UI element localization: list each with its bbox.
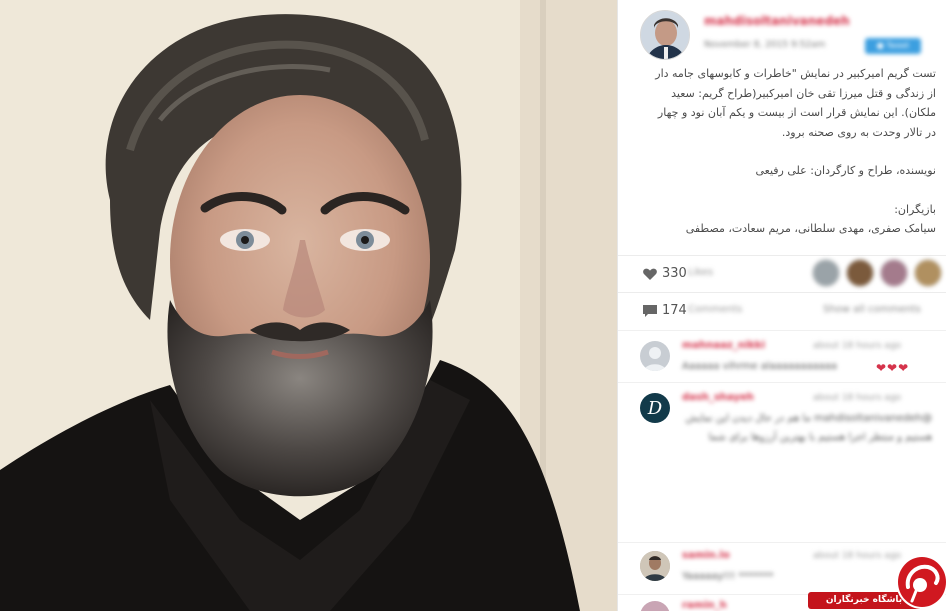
caption-line: تست گریم امیرکبیر در نمایش "خاطرات و کاب…	[655, 67, 936, 80]
avatar-image	[641, 11, 689, 59]
watermark-emblem-icon	[896, 555, 946, 609]
author-avatar[interactable]	[640, 10, 690, 60]
heart-icon[interactable]	[642, 266, 658, 282]
commenter-avatar[interactable]: D	[640, 393, 670, 423]
comment-time: about 18 hours ago	[813, 341, 902, 351]
portrait-image	[0, 0, 617, 611]
tweet-button[interactable]: ● Tweet	[865, 38, 921, 54]
post-details-panel: mahdisoltanivanedeh November 8, 2015 9:5…	[617, 0, 946, 611]
commenter-username[interactable]: mahnaaz_nikki	[682, 340, 765, 351]
microphone-swirl-icon	[905, 564, 940, 603]
author-username[interactable]: mahdisoltanivanedeh	[704, 14, 850, 28]
commenter-username[interactable]: samin.lo	[682, 550, 730, 561]
caption-line: از زندگی و قتل میرزا تقی خان امیرکبیر(طر…	[671, 86, 936, 100]
default-user-icon	[644, 347, 666, 371]
commenter-username[interactable]: ramin_h	[682, 600, 727, 611]
post-header: mahdisoltanivanedeh November 8, 2015 9:5…	[618, 0, 946, 62]
commenter-avatar[interactable]	[640, 601, 670, 611]
liker-avatar[interactable]	[812, 259, 840, 287]
comment-time: about 18 hours ago	[813, 393, 902, 403]
script-d-logo-icon: D	[647, 398, 663, 419]
tweet-label: Tweet	[886, 41, 910, 50]
commenter-photo	[640, 551, 670, 581]
likes-row: 330 Likes	[618, 255, 946, 291]
comment-icon[interactable]	[642, 303, 658, 319]
comments-label: Comments	[688, 304, 743, 315]
caption-credit: نویسنده، طراح و کارگردان: علی رفیعی	[755, 164, 937, 177]
svg-text:D: D	[647, 398, 663, 419]
post-photo[interactable]	[0, 0, 617, 611]
comments-count: 174	[662, 303, 687, 318]
comment-item: mahnaaz_nikki about 18 hours ago Aaaaaa …	[618, 330, 946, 382]
comment-item: D dash_shayeh about 18 hours ago @mahdis…	[618, 382, 946, 542]
post-caption: تست گریم امیرکبیر در نمایش "خاطرات و کاب…	[638, 64, 936, 246]
liker-avatar[interactable]	[880, 259, 908, 287]
commenter-username[interactable]: dash_shayeh	[682, 392, 754, 403]
caption-cast-title: بازیگران:	[894, 202, 936, 216]
show-all-comments-link[interactable]: Show all comments	[823, 304, 921, 315]
caption-line: ملکان). این نمایش قرار است از بیست و یکم…	[657, 106, 936, 119]
commenter-avatar[interactable]	[640, 341, 670, 371]
hearts-emoji-icon: ❤❤❤	[876, 361, 910, 375]
commenter-avatar[interactable]	[640, 551, 670, 581]
watermark-logo: باشگاه خبرنگاران	[808, 553, 946, 611]
comment-text: @mahdisoltanivanedeh ما هم در حال دیدن ا…	[685, 413, 933, 443]
likes-label: Likes	[688, 267, 714, 278]
caption-cast: سیامک صفری، مهدی سلطانی، مریم سعادت، مصط…	[685, 222, 936, 235]
liker-avatar[interactable]	[914, 259, 942, 287]
twitter-icon: ●	[876, 41, 887, 50]
post-date: November 8, 2015 9:52am	[704, 40, 826, 50]
likes-count: 330	[662, 266, 687, 281]
liker-avatar[interactable]	[846, 259, 874, 287]
comments-row: 174 Comments Show all comments	[618, 292, 946, 328]
caption-line: در تالار وحدت به روی صحنه برود.	[781, 125, 936, 139]
